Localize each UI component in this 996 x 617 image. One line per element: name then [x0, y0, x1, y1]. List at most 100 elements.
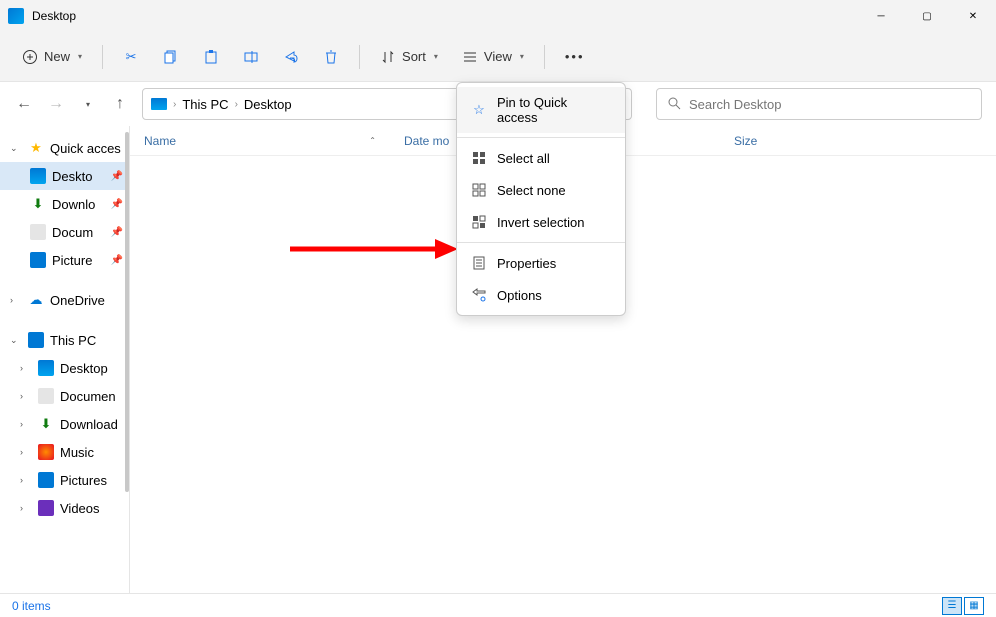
- sidebar-item-downloads[interactable]: ⬇ Downlo 📌: [0, 190, 129, 218]
- chevron-down-icon: ⌄: [10, 335, 22, 346]
- thumbnails-view-button[interactable]: ▦: [964, 597, 984, 615]
- chevron-right-icon: ›: [10, 295, 22, 305]
- forward-button[interactable]: →: [46, 94, 66, 114]
- breadcrumb-current[interactable]: Desktop: [244, 97, 292, 112]
- breadcrumb-root[interactable]: This PC: [182, 97, 228, 112]
- document-icon: [38, 388, 54, 404]
- back-button[interactable]: ←: [14, 94, 34, 114]
- cloud-icon: ☁: [28, 292, 44, 308]
- sidebar-label: Documen: [60, 389, 116, 404]
- star-outline-icon: ☆: [471, 102, 487, 118]
- star-icon: ★: [28, 140, 44, 156]
- chevron-down-icon: ▾: [520, 52, 524, 61]
- rename-button[interactable]: [233, 43, 269, 71]
- sidebar-label: Videos: [60, 501, 100, 516]
- picture-icon: [30, 252, 46, 268]
- sort-icon: [380, 49, 396, 65]
- recent-dropdown[interactable]: ▾: [78, 94, 98, 114]
- trash-icon: [323, 49, 339, 65]
- sidebar-item-downloads[interactable]: › ⬇ Download: [0, 410, 129, 438]
- window-title: Desktop: [32, 9, 76, 23]
- column-name[interactable]: Name ⌃: [130, 134, 390, 148]
- separator: [359, 45, 360, 69]
- share-button[interactable]: [273, 43, 309, 71]
- separator: [544, 45, 545, 69]
- app-icon: [8, 8, 24, 24]
- menu-select-all[interactable]: Select all: [457, 142, 625, 174]
- music-icon: [38, 444, 54, 460]
- desktop-icon: [30, 168, 46, 184]
- minimize-button[interactable]: ─: [858, 0, 904, 32]
- details-view-button[interactable]: ☰: [942, 597, 962, 615]
- copy-button[interactable]: [153, 43, 189, 71]
- sidebar-label: Pictures: [60, 473, 107, 488]
- chevron-down-icon: ▾: [78, 52, 82, 61]
- sidebar-item-documents[interactable]: › Documen: [0, 382, 129, 410]
- pin-icon: 📌: [111, 227, 123, 238]
- more-button[interactable]: •••: [555, 43, 595, 70]
- cut-button[interactable]: ✂: [113, 43, 149, 71]
- sidebar-item-desktop[interactable]: Deskto 📌: [0, 162, 129, 190]
- column-label: Size: [734, 134, 757, 148]
- video-icon: [38, 500, 54, 516]
- menu-options[interactable]: Options: [457, 279, 625, 311]
- menu-pin-quick-access[interactable]: ☆ Pin to Quick access: [457, 87, 625, 133]
- menu-properties[interactable]: Properties: [457, 247, 625, 279]
- menu-invert-selection[interactable]: Invert selection: [457, 206, 625, 238]
- delete-button[interactable]: [313, 43, 349, 71]
- new-button[interactable]: New ▾: [12, 43, 92, 71]
- sidebar-label: This PC: [50, 333, 96, 348]
- maximize-button[interactable]: ▢: [904, 0, 950, 32]
- chevron-right-icon: ›: [20, 503, 32, 513]
- sidebar-item-documents[interactable]: Docum 📌: [0, 218, 129, 246]
- sidebar-item-pictures[interactable]: › Pictures: [0, 466, 129, 494]
- sidebar-item-music[interactable]: › Music: [0, 438, 129, 466]
- download-icon: ⬇: [38, 416, 54, 432]
- chevron-down-icon: ▾: [434, 52, 438, 61]
- menu-label: Properties: [497, 256, 556, 271]
- menu-select-none[interactable]: Select none: [457, 174, 625, 206]
- chevron-down-icon: ⌄: [10, 143, 22, 154]
- close-button[interactable]: ✕: [950, 0, 996, 32]
- paste-button[interactable]: [193, 43, 229, 71]
- menu-label: Options: [497, 288, 542, 303]
- pin-icon: 📌: [111, 199, 123, 210]
- menu-label: Invert selection: [497, 215, 584, 230]
- ellipsis-icon: •••: [565, 49, 585, 64]
- context-menu: ☆ Pin to Quick access Select all Select …: [456, 82, 626, 316]
- title-bar: Desktop ─ ▢ ✕: [0, 0, 996, 32]
- sidebar-onedrive[interactable]: › ☁ OneDrive: [0, 286, 129, 314]
- search-icon: [667, 96, 681, 113]
- sidebar-item-pictures[interactable]: Picture 📌: [0, 246, 129, 274]
- sidebar-label: Picture: [52, 253, 92, 268]
- column-size[interactable]: Size: [720, 134, 800, 148]
- picture-icon: [38, 472, 54, 488]
- copy-icon: [163, 49, 179, 65]
- chevron-right-icon: ›: [20, 363, 32, 373]
- sidebar-item-videos[interactable]: › Videos: [0, 494, 129, 522]
- paste-icon: [203, 49, 219, 65]
- menu-label: Select all: [497, 151, 550, 166]
- new-label: New: [44, 49, 70, 64]
- sidebar-quick-access[interactable]: ⌄ ★ Quick acces: [0, 134, 129, 162]
- desktop-icon: [151, 98, 167, 110]
- sidebar-label: Docum: [52, 225, 93, 240]
- options-icon: [471, 287, 487, 303]
- sidebar-label: Desktop: [60, 361, 108, 376]
- sidebar-label: OneDrive: [50, 293, 105, 308]
- sidebar-this-pc[interactable]: ⌄ This PC: [0, 326, 129, 354]
- search-box[interactable]: Search Desktop: [656, 88, 982, 120]
- pin-icon: 📌: [111, 255, 123, 266]
- scrollbar[interactable]: [125, 132, 129, 492]
- sidebar-item-desktop[interactable]: › Desktop: [0, 354, 129, 382]
- sort-button[interactable]: Sort ▾: [370, 43, 448, 71]
- status-item-count: 0 items: [12, 599, 51, 613]
- chevron-right-icon: ›: [20, 475, 32, 485]
- properties-icon: [471, 255, 487, 271]
- cut-icon: ✂: [123, 49, 139, 65]
- invert-selection-icon: [471, 214, 487, 230]
- rename-icon: [243, 49, 259, 65]
- up-button[interactable]: ↑: [110, 94, 130, 114]
- view-button[interactable]: View ▾: [452, 43, 534, 71]
- plus-circle-icon: [22, 49, 38, 65]
